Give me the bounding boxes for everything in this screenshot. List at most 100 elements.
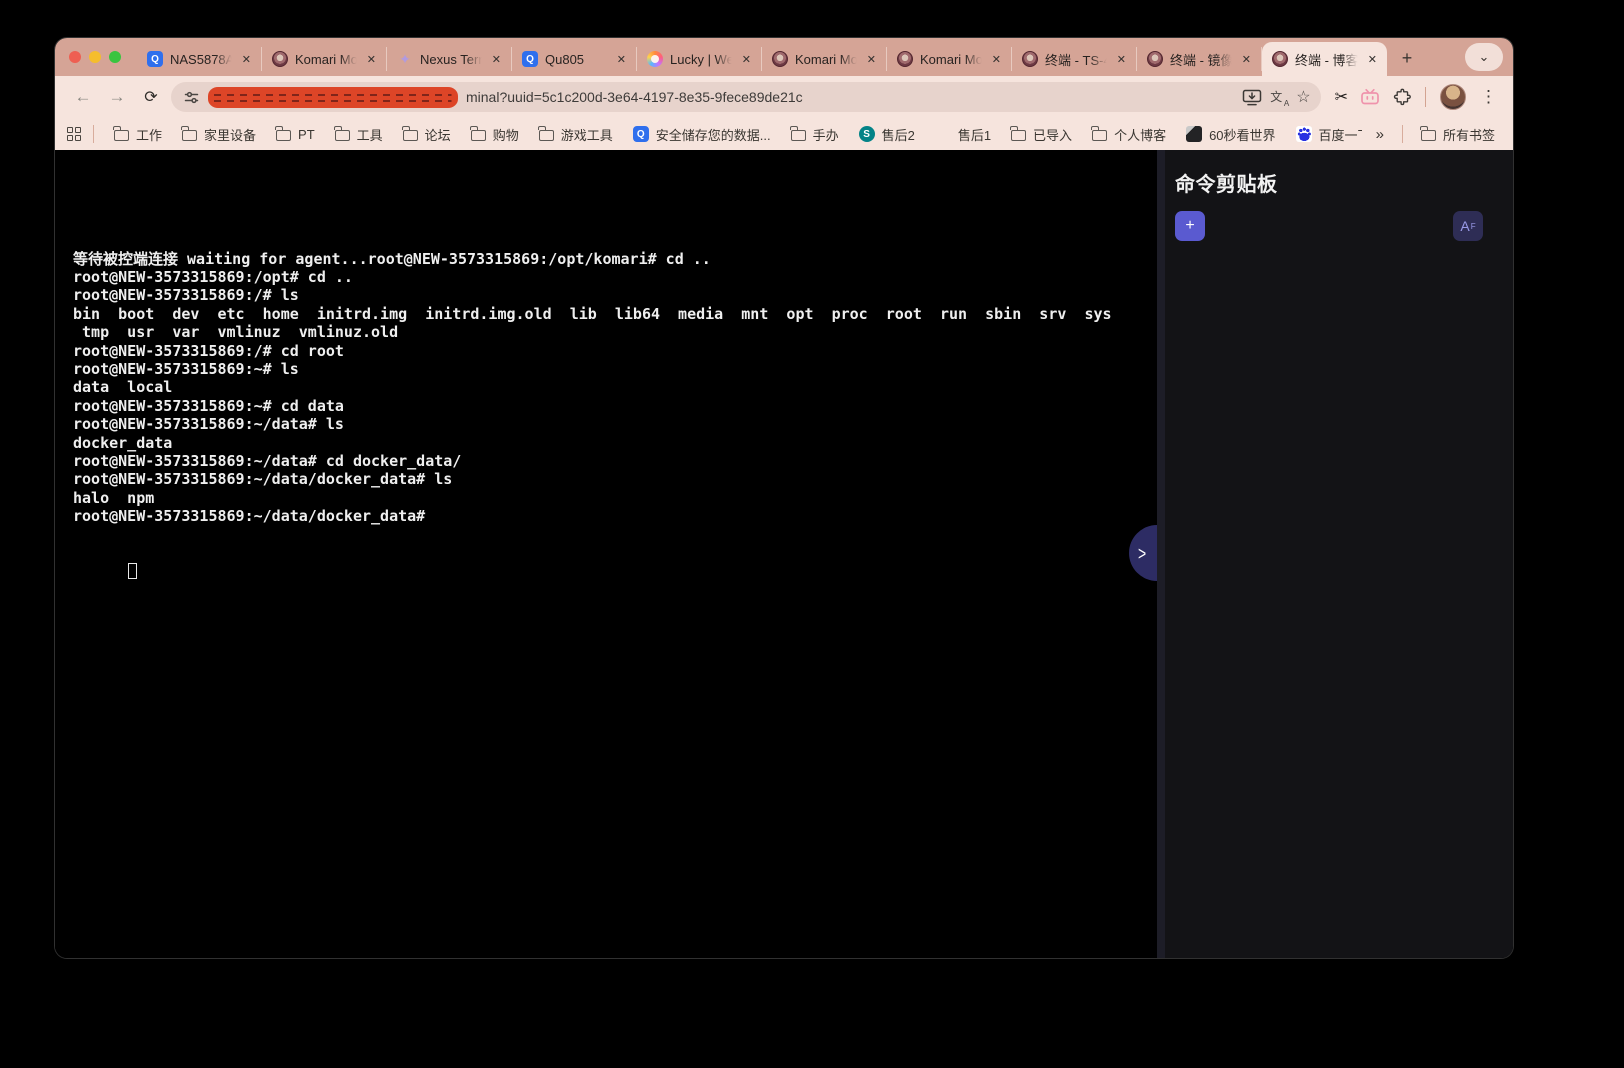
tab-close-icon[interactable]: ✕	[740, 51, 753, 68]
page-content: 等待被控端连接 waiting for agent...root@NEW-357…	[55, 150, 1513, 958]
bookmark-favicon-icon	[114, 130, 129, 141]
bookmark-item[interactable]: 游戏工具	[531, 121, 621, 148]
browser-window: NAS5878A ✕ Komari Mo ✕ Nexus Terr ✕ Qu80…	[55, 38, 1513, 958]
sidebar-actions: + AF	[1175, 211, 1483, 241]
tab-title: 终端 - 镜像	[1170, 50, 1233, 69]
tab-strip: NAS5878A ✕ Komari Mo ✕ Nexus Terr ✕ Qu80…	[55, 38, 1513, 76]
tab-favicon-icon	[272, 51, 288, 67]
bookmark-item[interactable]: 购物	[463, 121, 527, 148]
bookmark-item[interactable]: 个人博客	[1084, 121, 1174, 148]
site-settings-icon[interactable]	[183, 89, 200, 106]
tab-favicon-icon	[1147, 51, 1163, 67]
minimize-window-button[interactable]	[89, 51, 101, 63]
bookmark-item[interactable]: 工具	[327, 121, 391, 148]
bookmark-item[interactable]: 安全储存您的数据...	[625, 121, 779, 148]
browser-tab[interactable]: Qu805 ✕	[512, 47, 637, 71]
terminal-line: root@NEW-3573315869:~/data# cd docker_da…	[73, 452, 1157, 470]
profile-avatar[interactable]	[1440, 84, 1466, 110]
browser-tab[interactable]: Komari Mo ✕	[762, 47, 887, 71]
bookmarks-overflow-chevron[interactable]: »	[1370, 126, 1390, 143]
close-window-button[interactable]	[69, 51, 81, 63]
bookmark-star-icon[interactable]: ☆	[1296, 87, 1310, 107]
url-text[interactable]: minal?uuid=5c1c200d-3e64-4197-8e35-9fece…	[466, 89, 1234, 105]
browser-tab[interactable]: Lucky | We ✕	[637, 47, 762, 71]
bookmark-favicon-icon	[403, 130, 418, 141]
all-bookmarks-button[interactable]: 所有书签	[1415, 121, 1501, 148]
terminal-line: root@NEW-3573315869:~# cd data	[73, 397, 1157, 415]
terminal-line: halo npm	[73, 489, 1157, 507]
terminal-output[interactable]: 等待被控端连接 waiting for agent...root@NEW-357…	[55, 150, 1157, 958]
bookmark-label: 工作	[136, 125, 162, 144]
scissors-extension-icon[interactable]: ✂	[1335, 87, 1348, 107]
fullscreen-window-button[interactable]	[109, 51, 121, 63]
tab-title: Qu805	[545, 52, 608, 67]
bookmark-item[interactable]: 手办	[783, 121, 847, 148]
extensions-puzzle-icon[interactable]	[1392, 88, 1411, 107]
bookmark-favicon-icon	[791, 130, 806, 141]
sidebar-resize-handle[interactable]	[1157, 150, 1165, 958]
bookmark-favicon-icon	[859, 126, 875, 142]
tab-close-icon[interactable]: ✕	[365, 51, 378, 68]
bookmark-item[interactable]: PT	[268, 123, 323, 146]
terminal-line: root@NEW-3573315869:~# ls	[73, 360, 1157, 378]
terminal-line: tmp usr var vmlinuz vmlinuz.old	[73, 323, 1157, 341]
apps-grid-icon[interactable]	[67, 127, 81, 141]
address-bar[interactable]: minal?uuid=5c1c200d-3e64-4197-8e35-9fece…	[171, 82, 1321, 112]
tab-title: Nexus Terr	[420, 52, 483, 67]
browser-tab[interactable]: Komari Mo ✕	[262, 47, 387, 71]
bookmark-item[interactable]: 百度一下，你就知道	[1288, 121, 1362, 148]
tab-title: Komari Mo	[795, 52, 858, 67]
bookmark-favicon-icon	[182, 130, 197, 141]
browser-toolbar: ← → ⟳ minal?uuid=5c1c200d-3e64-4197-8e35…	[55, 76, 1513, 118]
bookmark-label: 百度一下，你就知道	[1319, 125, 1362, 144]
bookmark-label: 安全储存您的数据...	[656, 125, 771, 144]
bookmark-label: 个人博客	[1114, 125, 1166, 144]
tab-favicon-icon	[397, 51, 413, 67]
bookmark-label: 售后2	[882, 125, 915, 144]
tab-favicon-icon	[147, 51, 163, 67]
back-button[interactable]: ←	[69, 83, 97, 111]
bookmark-item[interactable]: 家里设备	[174, 121, 264, 148]
tab-title: Komari Mo	[295, 52, 358, 67]
terminal-line: root@NEW-3573315869:/# cd root	[73, 342, 1157, 360]
browser-tab[interactable]: 终端 - TS-4 ✕	[1012, 47, 1137, 71]
translate-icon[interactable]: 文A	[1270, 88, 1288, 106]
bookmark-item[interactable]: 售后1	[927, 121, 999, 148]
tab-favicon-icon	[1022, 51, 1038, 67]
browser-tab[interactable]: Nexus Terr ✕	[387, 47, 512, 71]
tab-close-icon[interactable]: ✕	[1240, 51, 1253, 68]
bookmark-item[interactable]: 已导入	[1003, 121, 1080, 148]
bookmark-favicon-icon	[335, 130, 350, 141]
browser-tab[interactable]: Komari Mo ✕	[887, 47, 1012, 71]
font-setting-button[interactable]: AF	[1453, 211, 1483, 241]
install-app-icon[interactable]	[1242, 89, 1262, 106]
bilibili-extension-icon[interactable]	[1360, 88, 1380, 106]
reload-button[interactable]: ⟳	[137, 83, 165, 111]
tab-close-icon[interactable]: ✕	[865, 51, 878, 68]
bookmark-item[interactable]: 售后2	[851, 121, 923, 148]
tab-close-icon[interactable]: ✕	[1115, 51, 1128, 68]
toolbar-divider	[1425, 87, 1426, 107]
browser-tab[interactable]: 终端 - 博客 ✕	[1262, 42, 1387, 76]
browser-tab[interactable]: 终端 - 镜像 ✕	[1137, 47, 1262, 71]
bookmark-item[interactable]: 论坛	[395, 121, 459, 148]
add-command-button[interactable]: +	[1175, 211, 1205, 241]
bookmark-label: 已导入	[1033, 125, 1072, 144]
tab-close-icon[interactable]: ✕	[490, 51, 503, 68]
all-bookmarks-label: 所有书签	[1443, 125, 1495, 144]
browser-tab[interactable]: NAS5878A ✕	[137, 47, 262, 71]
forward-button[interactable]: →	[103, 83, 131, 111]
bookmark-item[interactable]: 工作	[106, 121, 170, 148]
tab-search-button[interactable]: ⌄	[1465, 43, 1503, 71]
new-tab-button[interactable]: +	[1393, 44, 1421, 72]
tab-favicon-icon	[522, 51, 538, 67]
tab-close-icon[interactable]: ✕	[1366, 51, 1379, 68]
tab-favicon-icon	[647, 51, 663, 67]
tab-list: NAS5878A ✕ Komari Mo ✕ Nexus Terr ✕ Qu80…	[137, 38, 1387, 76]
bookmark-item[interactable]: 60秒看世界	[1178, 121, 1283, 148]
tab-close-icon[interactable]: ✕	[240, 51, 253, 68]
tab-close-icon[interactable]: ✕	[615, 51, 628, 68]
tab-close-icon[interactable]: ✕	[990, 51, 1003, 68]
bookmark-list: 工作 家里设备 PT 工具 论坛 购物	[106, 121, 1362, 148]
chrome-menu-icon[interactable]: ⋮	[1478, 87, 1499, 107]
